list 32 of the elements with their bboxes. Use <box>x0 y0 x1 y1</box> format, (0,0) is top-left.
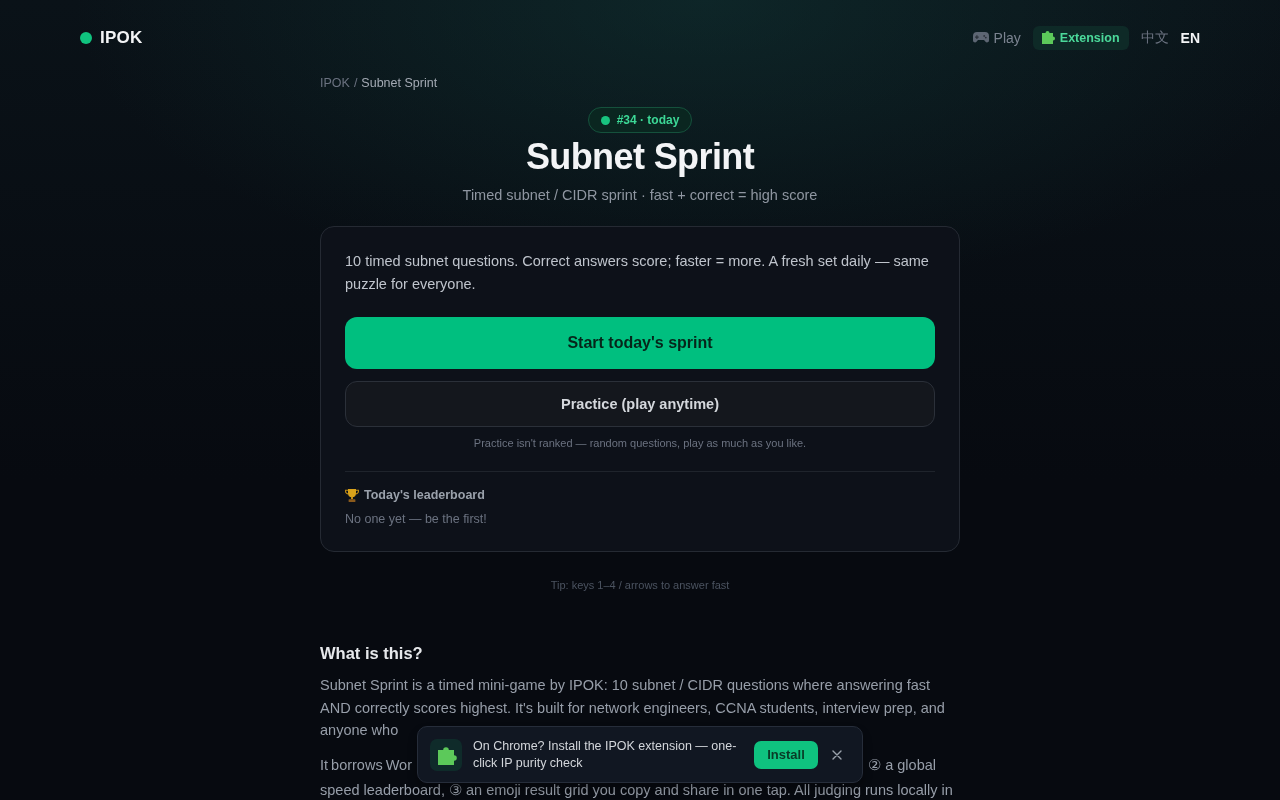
leaderboard-empty-text: No one yet — be the first! <box>345 511 488 527</box>
page-title: Subnet Sprint <box>524 135 756 179</box>
extension-link[interactable]: Extension <box>1032 25 1129 50</box>
logo-dot-icon <box>80 31 92 44</box>
practice-button[interactable]: Practice (play anytime) <box>345 381 935 427</box>
close-icon[interactable] <box>832 749 842 760</box>
keyboard-tip: Tip: keys 1–4 / arrows to answer fast <box>549 578 731 592</box>
paragraph-fragment: speed leaderboard, ③ an emoji result grid you copy and share in one tap. All judging runs locally in <box>320 781 953 798</box>
puzzle-icon <box>430 738 462 771</box>
paragraph-fragment: It borrows Wor <box>320 756 412 775</box>
install-button[interactable]: Install <box>754 740 818 769</box>
start-button[interactable]: Start today's sprint <box>345 317 935 369</box>
breadcrumb-separator: / <box>353 75 358 91</box>
practice-note: Practice isn't ranked — random questions, play as much as you like. <box>472 436 808 450</box>
language-link[interactable]: EN <box>1180 29 1200 46</box>
gamepad-icon <box>972 32 989 43</box>
breadcrumb-link[interactable]: IPOK <box>320 75 350 91</box>
section-heading: What is this? <box>320 643 424 664</box>
toast-message: On Chrome? Install the IPOK extension — one-click IP purity check <box>473 737 738 772</box>
leaderboard-title: Today's leaderboard <box>364 488 485 502</box>
language-link[interactable]: 中文 <box>1140 28 1169 47</box>
play-link[interactable]: Play <box>972 29 1021 46</box>
live-dot-icon <box>600 115 610 125</box>
breadcrumb-current: Subnet Sprint <box>361 75 438 91</box>
day-label: #34 · today <box>616 113 680 127</box>
description-paragraph: Subnet Sprint is a timed mini-game by IPOK: 10 subnet / CIDR questions where answering fast AND correctly scores highest. It's built for network engineers, CCNA students, interview prep, and anyone who <box>320 676 946 740</box>
trophy-icon <box>345 488 359 502</box>
logo-text[interactable]: IPOK <box>100 27 143 48</box>
puzzle-icon <box>1041 31 1055 44</box>
card-description: 10 timed subnet questions. Correct answers score; faster = more. A fresh set daily — same puzzle for everyone. <box>345 252 930 294</box>
page-subtitle: Timed subnet / CIDR sprint · fast + correct = high score <box>461 186 819 205</box>
paragraph-fragment: ② a global <box>868 756 936 775</box>
